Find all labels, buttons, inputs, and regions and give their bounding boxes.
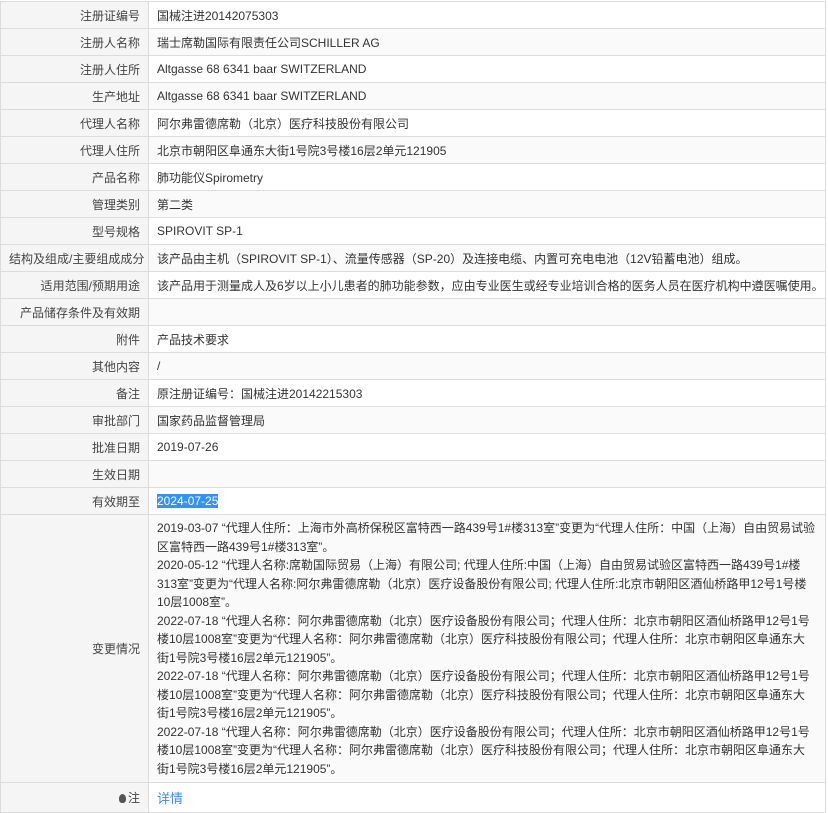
value-text: SPIROVIT SP-1: [157, 224, 243, 238]
row-label: 注册人名称: [0, 28, 149, 56]
table-row: 生产地址 Altgasse 68 6341 baar SWITZERLAND: [0, 82, 826, 110]
row-value: 原注册证编号：国械注进20142215303: [148, 379, 826, 407]
value-text: 第二类: [157, 197, 194, 212]
note-label-cell: 注: [0, 782, 149, 813]
row-value: 2019-07-26: [148, 433, 826, 461]
change-entry: 2022-07-18 “代理人名称：阿尔弗雷德席勒（北京）医疗设备股份有限公司；…: [157, 613, 810, 665]
row-value: Altgasse 68 6341 baar SWITZERLAND: [148, 82, 826, 110]
table-row: 审批部门 国家药品监督管理局: [0, 406, 826, 434]
table-row: 产品储存条件及有效期: [0, 298, 826, 326]
note-value-cell: 详情: [148, 782, 826, 813]
row-label: 批准日期: [0, 433, 149, 461]
table-row: 代理人住所 北京市朝阳区阜通东大街1号院3号楼16层2单元121905: [0, 136, 826, 164]
row-label: 变更情况: [0, 514, 149, 783]
row-value: [148, 298, 826, 326]
row-value: 2024-07-25: [148, 487, 826, 515]
value-text: 原注册证编号：国械注进20142215303: [157, 386, 363, 401]
table-row: 有效期至 2024-07-25: [0, 487, 826, 515]
row-value: 国家药品监督管理局: [148, 406, 826, 434]
selected-value-text: 2024-07-25: [157, 494, 219, 508]
value-text: Altgasse 68 6341 baar SWITZERLAND: [157, 62, 367, 76]
value-text: 该产品用于测量成人及6岁以上小儿患者的肺功能参数，应由专业医生或经专业培训合格的…: [157, 278, 824, 293]
value-text: 国家药品监督管理局: [157, 413, 266, 428]
value-text: 2019-07-26: [157, 440, 219, 454]
table-row: 型号规格 SPIROVIT SP-1: [0, 217, 826, 245]
row-label: 产品储存条件及有效期: [0, 298, 149, 326]
table-row-note: 注 详情: [0, 782, 826, 813]
value-text: 国械注进20142075303: [157, 8, 279, 23]
row-label: 生效日期: [0, 460, 149, 488]
row-value: SPIROVIT SP-1: [148, 217, 826, 245]
row-label: 注册证编号: [0, 1, 149, 29]
change-entry: 2019-03-07 “代理人住所：上海市外高桥保税区富特西一路439号1#楼3…: [157, 521, 816, 554]
row-value: Altgasse 68 6341 baar SWITZERLAND: [148, 55, 826, 83]
table-row: 注册人住所 Altgasse 68 6341 baar SWITZERLAND: [0, 55, 826, 83]
row-label: 审批部门: [0, 406, 149, 434]
change-entry: 2022-07-18 “代理人名称：阿尔弗雷德席勒（北京）医疗设备股份有限公司；…: [157, 724, 810, 776]
row-value: 肺功能仪Spirometry: [148, 163, 826, 191]
table-row: 结构及组成/主要组成成分 该产品由主机（SPIROVIT SP-1）、流量传感器（…: [0, 244, 826, 272]
value-text: 瑞士席勒国际有限责任公司SCHILLER AG: [157, 35, 380, 50]
row-label: 代理人住所: [0, 136, 149, 164]
value-text: 阿尔弗雷德席勒（北京）医疗科技股份有限公司: [157, 116, 410, 131]
table-row: 附件 产品技术要求: [0, 325, 826, 353]
table-row: 备注 原注册证编号：国械注进20142215303: [0, 379, 826, 407]
row-label: 代理人名称: [0, 109, 149, 137]
value-text: 肺功能仪Spirometry: [157, 170, 264, 185]
row-value: 瑞士席勒国际有限责任公司SCHILLER AG: [148, 28, 826, 56]
table-row: 注册证编号 国械注进20142075303: [0, 1, 826, 29]
registration-table: 注册证编号 国械注进20142075303 注册人名称 瑞士席勒国际有限责任公司SCH…: [0, 1, 826, 813]
value-text: Altgasse 68 6341 baar SWITZERLAND: [157, 89, 367, 103]
table-row: 生效日期: [0, 460, 826, 488]
changes-list: 2019-03-07 “代理人住所：上海市外高桥保税区富特西一路439号1#楼3…: [148, 514, 826, 783]
row-value: [148, 460, 826, 488]
table-row: 管理类别 第二类: [0, 190, 826, 218]
value-text: 该产品由主机（SPIROVIT SP-1）、流量传感器（SP-20）及连接电缆、…: [157, 251, 748, 266]
row-label: 型号规格: [0, 217, 149, 245]
change-entry: 2020-05-12 “代理人名称:席勒国际贸易（上海）有限公司; 代理人住所:…: [157, 558, 807, 609]
value-text: /: [157, 359, 161, 373]
row-label: 适用范围/预期用途: [0, 271, 149, 299]
row-label: 有效期至: [0, 487, 149, 515]
row-value: 国械注进20142075303: [148, 1, 826, 29]
row-value: /: [148, 352, 826, 380]
row-value: 该产品由主机（SPIROVIT SP-1）、流量传感器（SP-20）及连接电缆、…: [148, 244, 826, 272]
row-value: 产品技术要求: [148, 325, 826, 353]
table-row: 产品名称 肺功能仪Spirometry: [0, 163, 826, 191]
row-label: 生产地址: [0, 82, 149, 110]
row-label: 管理类别: [0, 190, 149, 218]
row-value: 阿尔弗雷德席勒（北京）医疗科技股份有限公司: [148, 109, 826, 137]
row-label: 附件: [0, 325, 149, 353]
row-label: 结构及组成/主要组成成分: [0, 244, 149, 272]
value-text: 产品技术要求: [157, 332, 230, 347]
table-row: 适用范围/预期用途 该产品用于测量成人及6岁以上小儿患者的肺功能参数，应由专业医生…: [0, 271, 826, 299]
detail-link[interactable]: 详情: [157, 791, 183, 806]
row-value: 该产品用于测量成人及6岁以上小儿患者的肺功能参数，应由专业医生或经专业培训合格的…: [148, 271, 826, 299]
lightbulb-icon: [118, 794, 126, 803]
table-row: 注册人名称 瑞士席勒国际有限责任公司SCHILLER AG: [0, 28, 826, 56]
value-text: 北京市朝阳区阜通东大街1号院3号楼16层2单元121905: [157, 143, 447, 158]
row-label: 产品名称: [0, 163, 149, 191]
table-row-changes: 变更情况 2019-03-07 “代理人住所：上海市外高桥保税区富特西一路439…: [0, 514, 826, 783]
table-row: 批准日期 2019-07-26: [0, 433, 826, 461]
row-label: 其他内容: [0, 352, 149, 380]
table-row: 代理人名称 阿尔弗雷德席勒（北京）医疗科技股份有限公司: [0, 109, 826, 137]
row-label: 注册人住所: [0, 55, 149, 83]
change-entry: 2022-07-18 “代理人名称：阿尔弗雷德席勒（北京）医疗设备股份有限公司；…: [157, 669, 810, 720]
table-row: 其他内容 /: [0, 352, 826, 380]
row-label: 备注: [0, 379, 149, 407]
row-value: 第二类: [148, 190, 826, 218]
note-label: 注: [127, 791, 140, 805]
row-value: 北京市朝阳区阜通东大街1号院3号楼16层2单元121905: [148, 136, 826, 164]
